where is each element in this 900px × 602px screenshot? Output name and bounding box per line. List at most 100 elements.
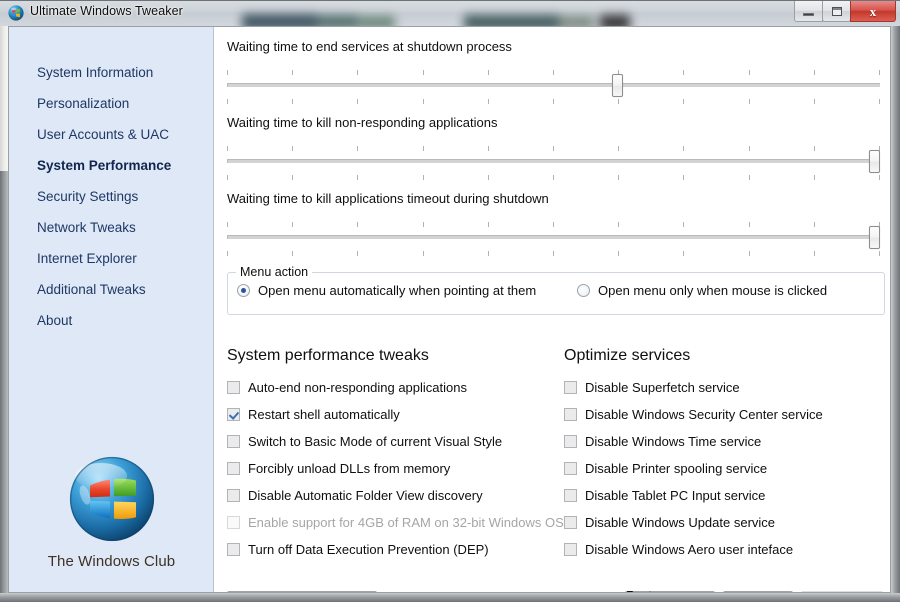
- close-button[interactable]: Close: [723, 591, 793, 592]
- slider-ticks-top: [227, 146, 880, 151]
- application-window: Ultimate Windows Tweaker x System Inform…: [0, 0, 900, 602]
- slider-control[interactable]: [227, 70, 880, 104]
- tick-mark: [878, 70, 880, 75]
- tick-mark: [748, 99, 750, 104]
- close-icon: x: [869, 3, 877, 19]
- maximize-icon: [831, 6, 842, 16]
- aero-glass-blur: [232, 6, 632, 26]
- client-area: System Information Personalization User Ac…: [8, 26, 891, 593]
- menu-action-radio-2[interactable]: Open menu only when mouse is clicked: [577, 283, 827, 298]
- slider-track[interactable]: [227, 159, 880, 163]
- tick-mark: [618, 99, 620, 104]
- tick-mark: [292, 70, 294, 75]
- tick-mark: [227, 175, 228, 180]
- checkbox-label: Disable Windows Update service: [585, 515, 776, 530]
- minimize-icon: [803, 12, 814, 16]
- tick-mark: [227, 146, 228, 151]
- slider-label: Waiting time to kill non-responding appl…: [227, 115, 498, 130]
- performance-tweaks-column: System performance tweaks Auto-end non-r…: [227, 347, 567, 563]
- checkbox-label: Turn off Data Execution Prevention (DEP): [248, 542, 489, 557]
- tick-mark: [813, 175, 815, 180]
- titlebar-top-edge: [0, 0, 900, 1]
- sidebar-item-system-performance[interactable]: System Performance: [9, 150, 214, 181]
- radio-button-icon: [237, 284, 250, 297]
- menu-action-radio-1[interactable]: Open menu automatically when pointing at…: [237, 283, 577, 298]
- window-border-left-light: [0, 26, 8, 171]
- checkbox-unchecked-icon: [227, 543, 240, 556]
- checkbox-label: Restart shell automatically: [248, 407, 400, 422]
- tick-mark: [227, 70, 228, 75]
- window-title: Ultimate Windows Tweaker: [30, 4, 183, 18]
- create-checkpoint-button[interactable]: Create Checkpoint: [227, 591, 377, 592]
- sidebar-item-personalization[interactable]: Personalization: [9, 88, 214, 119]
- tick-mark: [487, 222, 489, 227]
- checkbox-label: Auto-end non-responding applications: [248, 380, 467, 395]
- checkbox-row[interactable]: Auto-end non-responding applications: [227, 374, 567, 401]
- slider-control[interactable]: [227, 146, 880, 180]
- slider-thumb[interactable]: [869, 226, 880, 249]
- checkbox-unchecked-icon: [227, 462, 240, 475]
- checkbox-row[interactable]: Disable Windows Time service: [564, 428, 884, 455]
- checkbox-row[interactable]: Disable Windows Security Center service: [564, 401, 884, 428]
- slider-thumb[interactable]: [612, 74, 623, 97]
- sidebar-item-security-settings[interactable]: Security Settings: [9, 181, 214, 212]
- checkbox-row[interactable]: Turn off Data Execution Prevention (DEP): [227, 536, 567, 563]
- tick-mark: [683, 70, 685, 75]
- sidebar-item-label: Additional Tweaks: [37, 282, 146, 297]
- tick-mark: [813, 251, 815, 256]
- tick-mark: [878, 175, 880, 180]
- brand-label: The Windows Club: [47, 553, 176, 570]
- sidebar-item-label: About: [37, 313, 73, 328]
- tick-mark: [748, 146, 750, 151]
- slider-block-1: Waiting time to end services at shutdown…: [227, 39, 885, 104]
- sidebar-item-about[interactable]: About: [9, 305, 214, 336]
- tick-mark: [748, 222, 750, 227]
- checkbox-row[interactable]: Forcibly unload DLLs from memory: [227, 455, 567, 482]
- menu-action-options: Open menu automatically when pointing at…: [237, 283, 877, 298]
- tick-mark: [487, 146, 489, 151]
- tick-mark: [357, 146, 359, 151]
- window-body: System Information Personalization User Ac…: [0, 26, 900, 602]
- tick-mark: [227, 99, 228, 104]
- slider-label: Waiting time to end services at shutdown…: [227, 39, 512, 54]
- brand-block: The Windows Club: [9, 455, 214, 570]
- restore-defaults-button[interactable]: Restore Defaults: [625, 589, 715, 592]
- checkbox-row[interactable]: Disable Windows Update service: [564, 509, 884, 536]
- tick-mark: [813, 146, 815, 151]
- tick-mark: [748, 251, 750, 256]
- maximize-button[interactable]: [822, 1, 851, 22]
- sidebar-item-network-tweaks[interactable]: Network Tweaks: [9, 212, 214, 243]
- checkbox-unchecked-icon: [564, 462, 577, 475]
- sidebar-nav: System Information Personalization User Ac…: [9, 57, 214, 336]
- checkbox-unchecked-icon: [564, 489, 577, 502]
- checkbox-row[interactable]: Disable Windows Aero user inteface: [564, 536, 884, 563]
- minimize-button[interactable]: [794, 1, 823, 22]
- checkbox-unchecked-icon: [227, 435, 240, 448]
- checkbox-row[interactable]: Disable Automatic Folder View discovery: [227, 482, 567, 509]
- slider-ticks-top: [227, 222, 880, 227]
- checkbox-row[interactable]: Disable Superfetch service: [564, 374, 884, 401]
- tick-mark: [552, 70, 554, 75]
- slider-control[interactable]: [227, 222, 880, 256]
- slider-track[interactable]: [227, 83, 880, 87]
- radio-label: Open menu automatically when pointing at…: [258, 283, 537, 298]
- checkbox-unchecked-icon: [564, 408, 577, 421]
- sidebar-item-user-accounts-uac[interactable]: User Accounts & UAC: [9, 119, 214, 150]
- checkbox-row[interactable]: Disable Printer spooling service: [564, 455, 884, 482]
- close-window-button[interactable]: x: [850, 1, 896, 22]
- sidebar-item-additional-tweaks[interactable]: Additional Tweaks: [9, 274, 214, 305]
- tick-mark: [618, 251, 620, 256]
- tick-mark: [683, 251, 685, 256]
- slider-track[interactable]: [227, 235, 880, 239]
- sidebar-item-label: Security Settings: [37, 189, 139, 204]
- sidebar-item-system-information[interactable]: System Information: [9, 57, 214, 88]
- apply-button: Apply: [801, 591, 883, 592]
- checkbox-row[interactable]: Restart shell automatically: [227, 401, 567, 428]
- title-bar: Ultimate Windows Tweaker x: [0, 0, 900, 26]
- slider-thumb[interactable]: [869, 150, 880, 173]
- sidebar-item-internet-explorer[interactable]: Internet Explorer: [9, 243, 214, 274]
- checkbox-row[interactable]: Switch to Basic Mode of current Visual S…: [227, 428, 567, 455]
- checkbox-label: Forcibly unload DLLs from memory: [248, 461, 451, 476]
- slider-label: Waiting time to kill applications timeou…: [227, 191, 549, 206]
- checkbox-row[interactable]: Disable Tablet PC Input service: [564, 482, 884, 509]
